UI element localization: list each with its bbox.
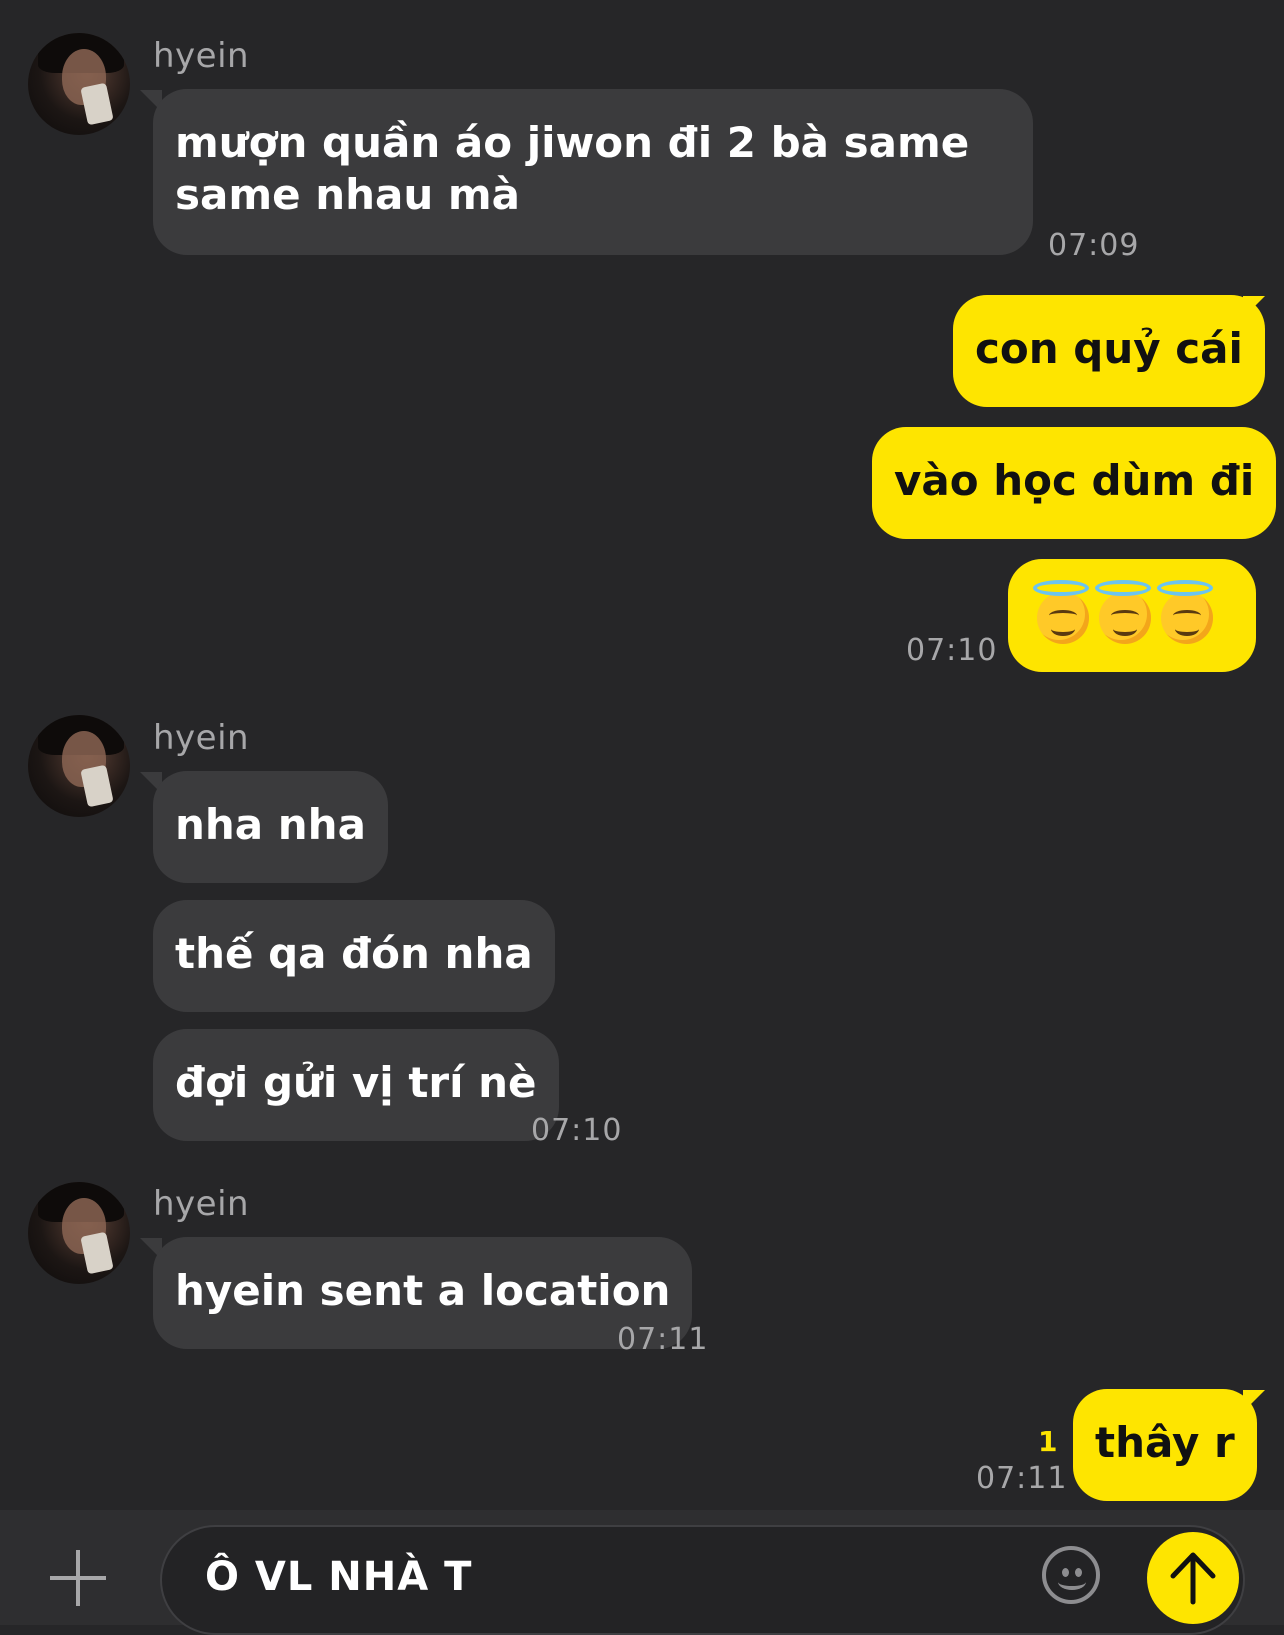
- message-bubble-outgoing[interactable]: thây r: [1073, 1389, 1257, 1501]
- contact-avatar[interactable]: [28, 715, 130, 817]
- halo-face-icon: [1095, 579, 1151, 644]
- location-message-bubble[interactable]: hyein sent a location: [153, 1237, 693, 1349]
- message-time: 07:10: [906, 633, 998, 668]
- message-time: 07:11: [617, 1322, 709, 1357]
- message-bubble-outgoing[interactable]: con quỷ cái: [953, 295, 1265, 407]
- message-bubble-incoming[interactable]: nha nha: [153, 771, 388, 883]
- sender-name: hyein: [153, 718, 250, 758]
- halo-face-icon: [1157, 579, 1213, 644]
- chat-history: hyein mượn quần áo jiwon đi 2 bà same sa…: [0, 0, 1284, 1510]
- unread-count: 1: [1038, 1425, 1058, 1458]
- halo-face-icon: [1033, 579, 1089, 644]
- message-time: 07:09: [1048, 228, 1140, 263]
- message-bubble-incoming[interactable]: mượn quần áo jiwon đi 2 bà same same nha…: [153, 89, 1033, 255]
- message-bubble-incoming[interactable]: thế qa đón nha: [153, 900, 555, 1012]
- sender-name: hyein: [153, 1184, 250, 1224]
- contact-avatar[interactable]: [28, 1182, 130, 1284]
- sender-name: hyein: [153, 36, 250, 76]
- message-time: 07:10: [531, 1113, 623, 1148]
- message-bubble-incoming[interactable]: đợi gửi vị trí nè: [153, 1029, 559, 1141]
- emoji-message-bubble[interactable]: [1008, 559, 1256, 672]
- message-input-text[interactable]: Ô VL NHÀ T: [205, 1554, 472, 1600]
- arrow-up-icon: [1170, 1552, 1216, 1605]
- send-button[interactable]: [1147, 1532, 1239, 1624]
- message-time: 07:11: [976, 1461, 1068, 1496]
- plus-icon[interactable]: [50, 1550, 106, 1606]
- emoticon-icon[interactable]: [1042, 1546, 1100, 1604]
- message-bubble-outgoing[interactable]: vào học dùm đi: [872, 427, 1277, 539]
- contact-avatar[interactable]: [28, 33, 130, 135]
